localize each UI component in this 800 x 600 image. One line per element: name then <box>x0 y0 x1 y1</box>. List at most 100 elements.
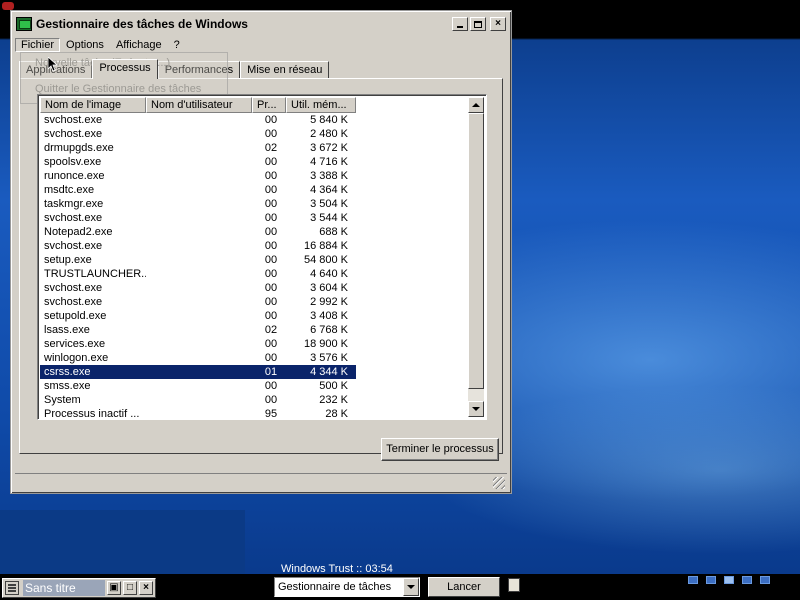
process-row[interactable]: drmupgds.exe 02 3 672 K <box>40 141 470 155</box>
process-row[interactable]: svchost.exe 00 3 544 K <box>40 211 470 225</box>
process-name-cell: svchost.exe <box>44 282 103 294</box>
process-row[interactable]: csrss.exe 01 4 344 K <box>40 365 356 379</box>
process-priority-cell: 00 <box>264 394 278 406</box>
process-row[interactable]: Processus inactif ... 95 28 K <box>40 407 470 420</box>
process-name-cell: msdtc.exe <box>44 184 95 196</box>
menu-options[interactable]: Options <box>60 38 110 52</box>
maximize-icon <box>474 20 482 28</box>
resize-grip-icon[interactable] <box>493 477 505 489</box>
task-restore-button[interactable]: ▣ <box>107 581 121 595</box>
task-manager-window: Gestionnaire des tâches de Windows × Fic… <box>10 10 512 494</box>
taskbar-window-sans-titre[interactable]: Sans titre ▣ □ × <box>2 578 156 598</box>
process-priority-cell: 00 <box>264 114 278 126</box>
close-button[interactable]: × <box>490 17 506 31</box>
menu-affichage[interactable]: Affichage <box>110 38 168 52</box>
process-user-cell <box>146 337 252 351</box>
process-priority-cell: 00 <box>264 338 278 350</box>
scroll-down-button[interactable] <box>468 401 484 417</box>
process-list[interactable]: Nom de l'image Nom d'utilisateur Pr... U… <box>37 94 487 420</box>
process-memory-cell: 3 672 K <box>310 142 348 154</box>
process-name-cell: spoolsv.exe <box>44 156 102 168</box>
process-row[interactable]: svchost.exe 00 2 992 K <box>40 295 470 309</box>
task-close-button[interactable]: × <box>139 581 153 595</box>
restore-icon: ▣ <box>109 582 119 593</box>
process-row[interactable]: TRUSTLAUNCHER... 00 4 640 K <box>40 267 470 281</box>
process-row[interactable]: smss.exe 00 500 K <box>40 379 470 393</box>
process-name-cell: runonce.exe <box>44 170 105 182</box>
process-priority-cell: 00 <box>264 184 278 196</box>
process-row[interactable]: setupold.exe 00 3 408 K <box>40 309 470 323</box>
process-row[interactable]: svchost.exe 00 5 840 K <box>40 113 470 127</box>
process-memory-cell: 3 604 K <box>310 282 348 294</box>
process-user-cell <box>146 365 252 379</box>
process-row[interactable]: runonce.exe 00 3 388 K <box>40 169 470 183</box>
process-memory-cell: 54 800 K <box>303 254 348 266</box>
process-user-cell <box>146 323 252 337</box>
process-priority-cell: 00 <box>264 380 278 392</box>
process-priority-cell: 00 <box>264 268 278 280</box>
process-row[interactable]: svchost.exe 00 2 480 K <box>40 127 470 141</box>
dropdown-arrow-button[interactable] <box>403 578 419 596</box>
desktop-3-button[interactable] <box>724 576 734 584</box>
column-priority[interactable]: Pr... <box>252 97 286 113</box>
process-row[interactable]: svchost.exe 00 3 604 K <box>40 281 470 295</box>
column-memory[interactable]: Util. mém... <box>286 97 356 113</box>
minimize-button[interactable] <box>452 17 468 31</box>
process-user-cell <box>146 379 252 393</box>
desktop-4-button[interactable] <box>742 576 752 584</box>
end-process-button[interactable]: Terminer le processus <box>381 438 499 461</box>
maximize-button[interactable] <box>470 17 486 31</box>
process-row[interactable]: winlogon.exe 00 3 576 K <box>40 351 470 365</box>
process-memory-cell: 18 900 K <box>303 338 348 350</box>
process-name-cell: winlogon.exe <box>44 352 109 364</box>
process-row[interactable]: msdtc.exe 00 4 364 K <box>40 183 470 197</box>
desktop-5-button[interactable] <box>760 576 770 584</box>
task-maximize-button[interactable]: □ <box>123 581 137 595</box>
menu-fichier[interactable]: Fichier <box>15 38 61 52</box>
process-row[interactable]: services.exe 00 18 900 K <box>40 337 470 351</box>
task-selector[interactable]: Gestionnaire de tâches <box>274 577 420 597</box>
desktop-2-button[interactable] <box>706 576 716 584</box>
process-priority-cell: 00 <box>264 282 278 294</box>
process-priority-cell: 95 <box>264 408 278 420</box>
process-priority-cell: 00 <box>264 156 278 168</box>
document-tray-icon[interactable] <box>508 578 520 592</box>
scroll-up-button[interactable] <box>468 97 484 113</box>
launch-button[interactable]: Lancer <box>428 577 500 597</box>
menu-help[interactable]: ? <box>168 38 186 52</box>
process-memory-cell: 5 840 K <box>310 114 348 126</box>
process-user-cell <box>146 141 252 155</box>
process-memory-cell: 3 408 K <box>310 310 348 322</box>
process-row[interactable]: lsass.exe 02 6 768 K <box>40 323 470 337</box>
process-user-cell <box>146 407 252 419</box>
process-user-cell <box>146 309 252 323</box>
process-user-cell <box>146 155 252 169</box>
minimize-icon <box>457 26 463 28</box>
title-bar[interactable]: Gestionnaire des tâches de Windows × <box>14 14 508 34</box>
process-user-cell <box>146 295 252 309</box>
process-row[interactable]: spoolsv.exe 00 4 716 K <box>40 155 470 169</box>
process-list-header: Nom de l'image Nom d'utilisateur Pr... U… <box>40 97 356 113</box>
process-row[interactable]: taskmgr.exe 00 3 504 K <box>40 197 470 211</box>
process-user-cell <box>146 113 252 127</box>
vertical-scrollbar[interactable] <box>468 97 484 417</box>
process-row[interactable]: Notepad2.exe 00 688 K <box>40 225 470 239</box>
process-row[interactable]: svchost.exe 00 16 884 K <box>40 239 470 253</box>
process-row[interactable]: setup.exe 00 54 800 K <box>40 253 470 267</box>
process-user-cell <box>146 351 252 365</box>
process-row[interactable]: System 00 232 K <box>40 393 470 407</box>
process-name-cell: Notepad2.exe <box>44 226 113 238</box>
column-image-name[interactable]: Nom de l'image <box>40 97 146 113</box>
tab-processus[interactable]: Processus <box>92 59 158 79</box>
process-name-cell: TRUSTLAUNCHER... <box>44 268 146 280</box>
desktop-1-button[interactable] <box>688 576 698 584</box>
task-selector-value: Gestionnaire de tâches <box>278 581 392 593</box>
column-user-name[interactable]: Nom d'utilisateur <box>146 97 252 113</box>
tab-mise-en-reseau[interactable]: Mise en réseau <box>240 61 330 79</box>
scroll-thumb[interactable] <box>468 113 484 389</box>
task-manager-icon <box>16 17 32 31</box>
process-user-cell <box>146 239 252 253</box>
notepad-icon <box>5 581 19 595</box>
process-priority-cell: 00 <box>264 198 278 210</box>
process-name-cell: svchost.exe <box>44 114 103 126</box>
